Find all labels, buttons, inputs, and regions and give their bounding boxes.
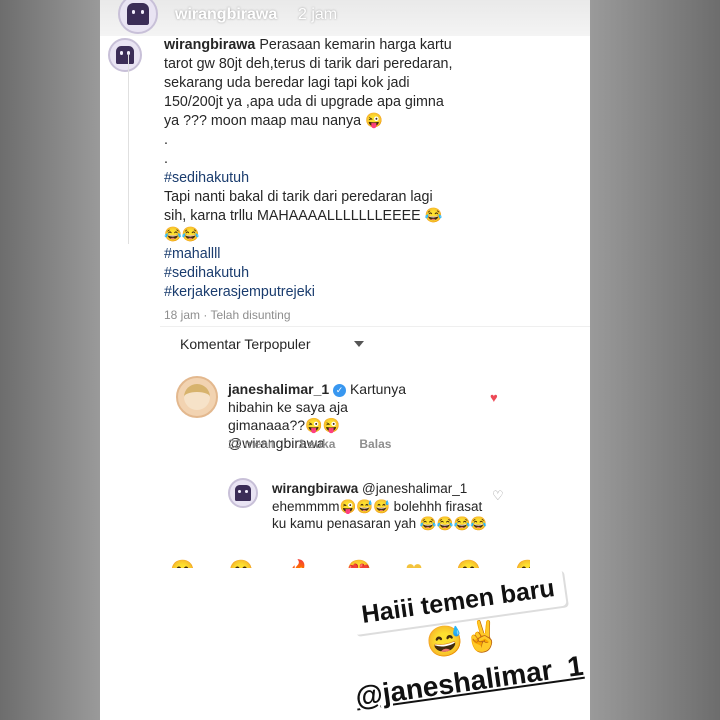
background-left bbox=[0, 0, 100, 720]
verified-badge-icon: ✓ bbox=[333, 383, 347, 397]
emoji-item[interactable]: 😊 bbox=[170, 556, 195, 568]
caption-username[interactable]: wirangbirawa bbox=[164, 37, 255, 53]
caption-avatar[interactable] bbox=[108, 38, 142, 72]
comment-username[interactable]: janeshalimar_1 bbox=[228, 381, 329, 397]
story-text-sticker: Haiii temen baru 😅✌️ @janeshalimar_1 bbox=[307, 563, 590, 720]
comment-time: 22 menit bbox=[228, 437, 275, 451]
emoji-item[interactable]: 🔥 bbox=[288, 556, 313, 568]
header-username[interactable]: wirangbirawa bbox=[175, 6, 277, 24]
emoji-item[interactable]: 😍 bbox=[347, 556, 372, 568]
comment-sort-dropdown[interactable]: Komentar Terpopuler bbox=[180, 336, 365, 352]
header-avatar[interactable] bbox=[118, 0, 158, 34]
post-caption: wirangbirawa Perasaan kemarin harga kart… bbox=[108, 36, 564, 322]
divider bbox=[160, 326, 590, 327]
hashtag-sedihakutuh-2[interactable]: #sedihakutuh bbox=[164, 265, 249, 281]
story-frame: wirangbirawa 2 jam wirangbirawa Perasaan… bbox=[100, 0, 590, 720]
caption-meta: 18 jam · Telah disunting bbox=[164, 308, 291, 322]
heart-outline-icon[interactable]: ♡ bbox=[492, 488, 504, 504]
sort-label: Komentar Terpopuler bbox=[180, 336, 311, 352]
hashtag-mahallll[interactable]: #mahallll bbox=[164, 246, 220, 262]
reply-avatar[interactable] bbox=[228, 478, 258, 508]
caption-text: Perasaan kemarin harga kartu tarot gw 80… bbox=[164, 37, 453, 167]
comment-likes[interactable]: 1 suka bbox=[298, 437, 335, 451]
emoji-quick-bar: 😊 😊 🔥 😍 ❤ 😊 😊 😊 bbox=[170, 556, 530, 568]
emoji-item[interactable]: 😊 bbox=[515, 556, 530, 568]
emoji-item[interactable]: ❤ bbox=[406, 556, 423, 568]
hashtag-sedihakutuh[interactable]: #sedihakutuh bbox=[164, 170, 249, 186]
chevron-down-icon bbox=[354, 341, 365, 347]
emoji-item[interactable]: 😊 bbox=[456, 556, 481, 568]
heart-filled-icon[interactable]: ♥ bbox=[490, 390, 498, 405]
hashtag-kerjakeras[interactable]: #kerjakerasjemputrejeki bbox=[164, 284, 315, 300]
caption-thread-line bbox=[128, 54, 129, 244]
story-header: wirangbirawa 2 jam bbox=[100, 0, 590, 36]
comment-avatar[interactable] bbox=[176, 376, 218, 418]
reply-username[interactable]: wirangbirawa bbox=[272, 481, 358, 496]
header-time: 2 jam bbox=[298, 6, 338, 23]
comment-meta: 22 menit 1 suka Balas bbox=[228, 437, 391, 451]
reply-button[interactable]: Balas bbox=[359, 437, 391, 451]
emoji-item[interactable]: 😊 bbox=[229, 556, 254, 568]
caption-text-2: Tapi nanti bakal di tarik dari peredaran… bbox=[164, 189, 443, 243]
background-right bbox=[590, 0, 720, 720]
